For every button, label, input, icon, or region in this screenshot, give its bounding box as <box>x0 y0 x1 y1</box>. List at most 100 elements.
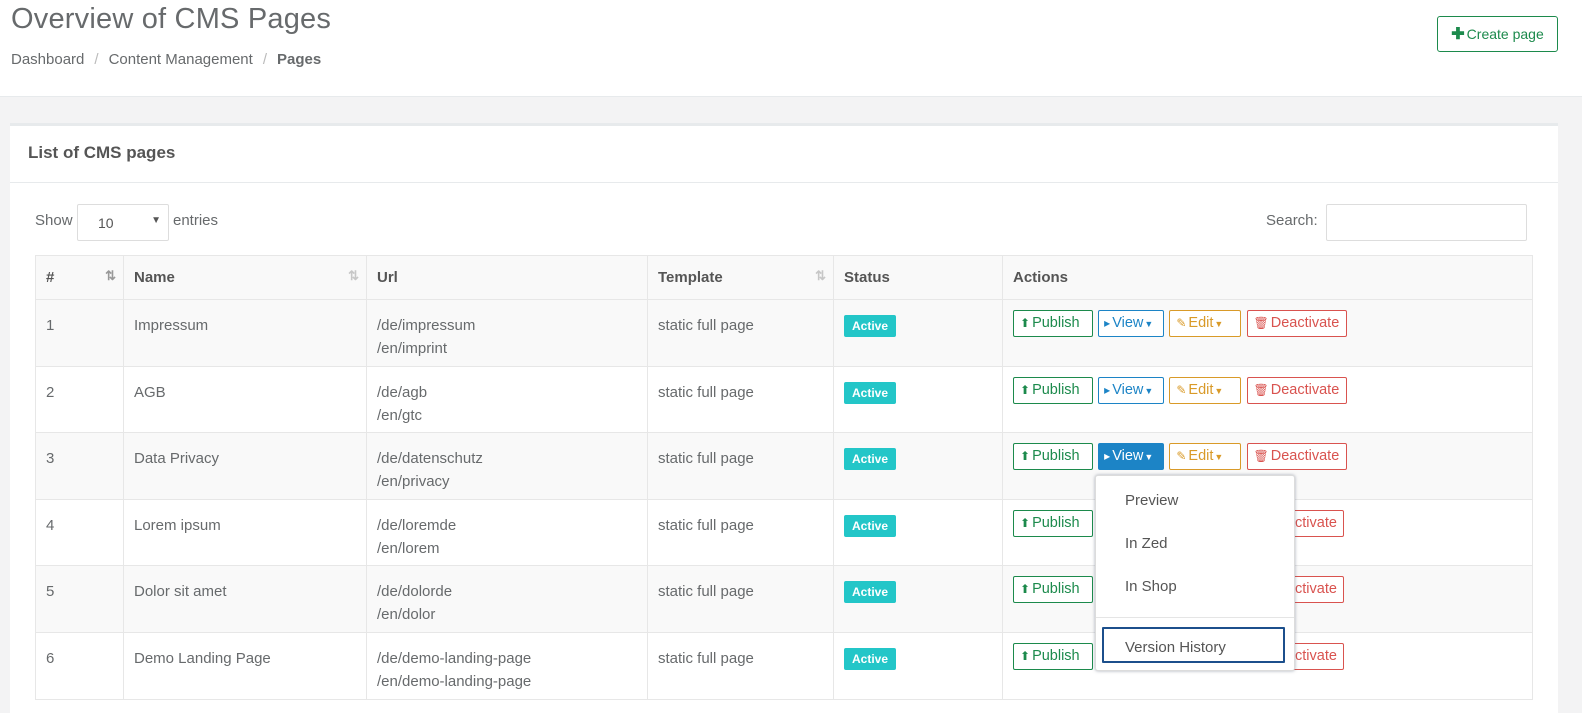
caret-right-icon: ▸ <box>1104 316 1111 330</box>
breadcrumb-pages: Pages <box>277 51 322 68</box>
deactivate-button[interactable]: 🗑Deactivate <box>1246 376 1347 404</box>
row-template: static full page <box>647 631 834 700</box>
row-status: Active <box>833 432 1003 500</box>
dropdown-item-preview[interactable]: Preview <box>1125 492 1178 509</box>
column-header-template[interactable]: Template ⇅ <box>647 255 834 300</box>
publish-button[interactable]: ⬆ Publish <box>1013 443 1093 471</box>
edit-icon: ✎ <box>1176 382 1187 397</box>
row-id: 2 <box>35 365 124 434</box>
table-row: 1 Impressum /de/impressum/en/imprint sta… <box>35 299 1533 367</box>
deactivate-button[interactable]: 🗑Deactivate <box>1246 443 1347 471</box>
row-id: 6 <box>35 631 124 700</box>
status-badge: Active <box>844 514 897 537</box>
publish-button[interactable]: ⬆ Publish <box>1013 576 1093 604</box>
trash-icon: 🗑 <box>1253 316 1269 330</box>
status-badge: Active <box>844 448 897 471</box>
edit-icon: ✎ <box>1176 449 1187 464</box>
caret-down-icon: ▼ <box>1144 452 1154 463</box>
row-name: AGB <box>123 365 367 434</box>
publish-button[interactable]: ⬆ Publish <box>1013 642 1093 670</box>
search-label: Search: <box>1266 212 1318 229</box>
publish-button[interactable]: ⬆ Publish <box>1013 509 1093 537</box>
column-header-url: Url <box>366 255 648 300</box>
panel-title: List of CMS pages <box>10 126 1558 183</box>
row-name: Dolor sit amet <box>123 565 367 633</box>
breadcrumb-content-management[interactable]: Content Management <box>109 51 253 68</box>
row-url: /de/agb/en/gtc <box>366 365 648 434</box>
row-template: static full page <box>647 498 834 567</box>
caret-down-icon: ▼ <box>1214 452 1224 463</box>
row-template: static full page <box>647 299 834 367</box>
caret-down-icon: ▼ <box>1214 385 1224 396</box>
edit-button[interactable]: ✎ Edit▼ <box>1169 443 1242 471</box>
url-de: /de/dolorde <box>377 583 453 601</box>
search-input[interactable] <box>1326 204 1527 241</box>
entries-label: entries <box>173 212 219 229</box>
row-template: static full page <box>647 365 834 434</box>
row-url: /de/demo-landing-page/en/demo-landing-pa… <box>366 631 648 700</box>
row-template: static full page <box>647 565 834 633</box>
column-header-actions: Actions <box>1002 255 1533 300</box>
plus-icon: ✚ <box>1451 26 1465 43</box>
table-row: 2 AGB /de/agb/en/gtc static full page Ac… <box>35 365 1533 434</box>
url-de: /de/datenschutz <box>377 450 483 468</box>
url-en: /en/privacy <box>377 473 450 491</box>
trash-icon: 🗑 <box>1253 449 1269 464</box>
caret-down-icon: ▼ <box>1144 385 1154 396</box>
breadcrumb-dashboard[interactable]: Dashboard <box>11 51 84 68</box>
status-badge: Active <box>844 381 897 404</box>
deactivate-button[interactable]: 🗑Deactivate <box>1246 310 1347 337</box>
row-actions: ⬆ Publish ▸ View▼ ✎ Edit▼ 🗑 Deactivate <box>1002 365 1533 434</box>
row-id: 4 <box>35 498 124 567</box>
page-header: Overview of CMS Pages Dashboard / Content … <box>0 0 1582 97</box>
sort-asc-icon: ⇅ <box>105 268 116 283</box>
row-url: /de/loremde/en/lorem <box>366 498 648 567</box>
sort-icon: ⇅ <box>348 268 359 283</box>
dropdown-divider <box>1096 617 1294 618</box>
row-name: Data Privacy <box>123 432 367 500</box>
row-name: Demo Landing Page <box>123 631 367 700</box>
entries-select[interactable]: 10 ▼ <box>77 204 169 241</box>
dropdown-item-in-shop[interactable]: In Shop <box>1125 578 1177 595</box>
upload-icon: ⬆ <box>1020 515 1031 530</box>
url-en: /en/imprint <box>377 340 448 357</box>
view-dropdown-menu: Preview In Zed In Shop Version History <box>1095 475 1295 671</box>
breadcrumb: Dashboard / Content Management / Pages <box>11 51 322 68</box>
url-en: /en/lorem <box>377 539 440 557</box>
view-button[interactable]: ▸ View▼ <box>1098 310 1165 337</box>
edit-button[interactable]: ✎ Edit▼ <box>1169 376 1242 404</box>
upload-icon: ⬆ <box>1020 648 1031 663</box>
upload-icon: ⬆ <box>1020 316 1031 330</box>
row-status: Active <box>833 631 1003 700</box>
view-button-open[interactable]: ▸ View▼ <box>1098 443 1165 471</box>
edit-button[interactable]: ✎ Edit▼ <box>1169 310 1242 337</box>
chevron-down-icon: ▼ <box>151 215 161 226</box>
row-status: Active <box>833 299 1003 367</box>
entries-value: 10 <box>98 215 114 231</box>
column-header-name[interactable]: Name ⇅ <box>123 255 367 300</box>
row-status: Active <box>833 565 1003 633</box>
caret-right-icon: ▸ <box>1104 449 1111 464</box>
dropdown-item-in-zed[interactable]: In Zed <box>1125 535 1168 552</box>
publish-button[interactable]: ⬆ Publish <box>1013 376 1093 404</box>
row-url: /de/dolorde/en/dolor <box>366 565 648 633</box>
url-de: /de/agb <box>377 383 428 401</box>
column-header-id[interactable]: # ⇅ <box>35 255 124 300</box>
create-page-button[interactable]: ✚ Create page <box>1437 16 1558 52</box>
row-id: 1 <box>35 299 124 367</box>
table-header-row: # ⇅ Name ⇅ Url Template ⇅ Status Actions <box>35 255 1533 300</box>
trash-icon: 🗑 <box>1253 382 1269 397</box>
row-id: 5 <box>35 565 124 633</box>
caret-down-icon: ▼ <box>1214 319 1224 329</box>
caret-right-icon: ▸ <box>1104 382 1111 397</box>
publish-button[interactable]: ⬆ Publish <box>1013 310 1093 337</box>
row-name: Lorem ipsum <box>123 498 367 567</box>
dropdown-item-version-history-label: Version History <box>1125 639 1226 656</box>
caret-down-icon: ▼ <box>1144 319 1154 329</box>
cms-pages-panel: List of CMS pages Show 10 ▼ entries Sear… <box>10 123 1558 713</box>
view-button[interactable]: ▸ View▼ <box>1098 376 1165 404</box>
column-header-status: Status <box>833 255 1003 300</box>
url-en: /en/dolor <box>377 606 436 624</box>
upload-icon: ⬆ <box>1020 582 1031 597</box>
table-row: 5 Dolor sit amet /de/dolorde/en/dolor st… <box>35 565 1533 633</box>
